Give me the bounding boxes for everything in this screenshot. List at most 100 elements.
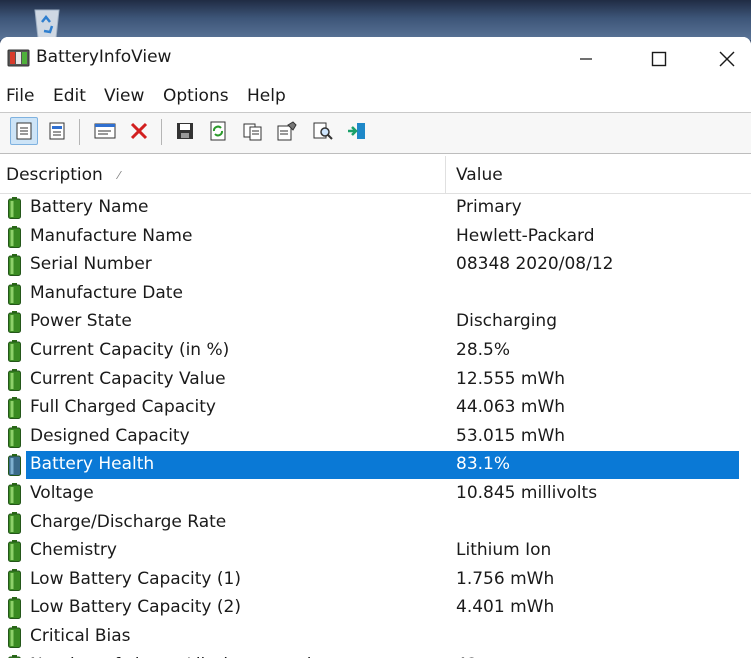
maximize-icon — [651, 51, 667, 67]
row-description: Critical Bias — [30, 626, 131, 646]
window-title: BatteryInfoView — [36, 47, 172, 67]
menu-bar: File Edit View Options Help — [0, 84, 751, 110]
table-row[interactable]: Chemistry Lithium Ion — [0, 537, 751, 565]
exit-icon — [348, 123, 365, 139]
menu-options[interactable]: Options — [163, 86, 229, 106]
table-row[interactable]: Serial Number 08348 2020/08/12 — [0, 251, 751, 279]
battery-icon — [8, 197, 21, 219]
row-description: Voltage — [30, 483, 94, 503]
row-value: 12.555 mWh — [456, 368, 566, 389]
refresh-icon — [210, 121, 226, 141]
table-row[interactable]: Manufacture Name Hewlett-Packard — [0, 223, 751, 251]
delete-icon — [130, 122, 148, 140]
sort-ascending-icon: ⁄ — [118, 169, 120, 182]
table-row[interactable]: Low Battery Capacity (2) 4.401 mWh — [0, 594, 751, 622]
find-button[interactable] — [310, 118, 336, 144]
properties-button[interactable] — [92, 118, 118, 144]
table-row[interactable]: Power State Discharging — [0, 308, 751, 336]
toolbar-separator — [79, 119, 80, 145]
options-icon — [277, 121, 297, 141]
row-value: 42 — [456, 655, 478, 658]
row-description: Battery Health — [30, 454, 155, 475]
main-window: BatteryInfoView File Edit View Options H… — [0, 37, 751, 658]
battery-icon — [8, 282, 21, 305]
row-description: Chemistry — [30, 540, 117, 561]
row-value: Primary — [456, 197, 522, 217]
table-row[interactable]: Full Charged Capacity 44.063 mWh — [0, 394, 751, 422]
options-button[interactable] — [274, 118, 300, 144]
menu-file[interactable]: File — [6, 86, 34, 106]
row-description: Current Capacity Value — [30, 368, 226, 389]
battery-icon — [8, 654, 21, 658]
battery-icon — [8, 340, 21, 362]
battery-icon — [8, 511, 21, 534]
save-button[interactable] — [172, 118, 198, 144]
menu-edit[interactable]: Edit — [53, 86, 86, 106]
refresh-button[interactable] — [205, 118, 231, 144]
table-row[interactable]: Voltage 10.845 millivolts — [0, 480, 751, 508]
row-value: 1.756 mWh — [456, 568, 555, 589]
menu-view[interactable]: View — [104, 86, 144, 106]
column-header-value[interactable]: Value — [456, 165, 503, 185]
battery-icon — [8, 626, 21, 648]
row-description: Manufacture Name — [30, 225, 193, 246]
html-report-button[interactable] — [10, 117, 38, 145]
close-button[interactable] — [697, 37, 751, 81]
delete-button[interactable] — [126, 118, 152, 144]
table-row[interactable]: Charge/Discharge Rate — [0, 509, 751, 537]
row-value: 44.063 mWh — [456, 397, 566, 418]
row-description: Battery Name — [30, 197, 149, 217]
row-description: Low Battery Capacity (2) — [30, 597, 241, 618]
toolbar-separator — [161, 119, 162, 145]
row-value: 83.1% — [456, 454, 511, 475]
minimize-icon — [580, 58, 592, 60]
row-value: 08348 2020/08/12 — [456, 254, 614, 275]
battery-icon — [8, 311, 21, 334]
maximize-button[interactable] — [624, 37, 694, 81]
html-report-selected-icon — [49, 122, 65, 140]
table-row[interactable]: Critical Bias — [0, 623, 751, 651]
table-row[interactable]: Current Capacity (in %) 28.5% — [0, 337, 751, 365]
find-icon — [313, 122, 333, 140]
table-row[interactable]: Number of charge/discharge cycles 42 — [0, 652, 751, 658]
row-value: 28.5% — [456, 340, 511, 360]
recycle-bin-icon[interactable] — [26, 4, 68, 39]
row-description: Number of charge/discharge cycles — [30, 655, 331, 658]
html-report-icon — [16, 122, 32, 140]
table-row[interactable]: Low Battery Capacity (1) 1.756 mWh — [0, 566, 751, 594]
html-report-selected-button[interactable] — [44, 118, 70, 144]
battery-icon — [8, 254, 21, 277]
close-icon — [719, 51, 735, 67]
table-row[interactable]: Battery Name Primary — [0, 194, 751, 222]
title-bar[interactable]: BatteryInfoView — [0, 37, 751, 81]
table-row[interactable]: Designed Capacity 53.015 mWh — [0, 423, 751, 451]
row-value: Lithium Ion — [456, 540, 552, 561]
battery-icon — [8, 483, 21, 505]
row-value: 53.015 mWh — [456, 425, 566, 446]
table-row[interactable]: Current Capacity Value 12.555 mWh — [0, 366, 751, 394]
copy-icon — [243, 123, 262, 141]
battery-icon — [8, 540, 21, 563]
column-divider[interactable] — [445, 156, 446, 193]
row-description: Serial Number — [30, 254, 152, 275]
column-header-description[interactable]: Description — [6, 165, 103, 185]
battery-icon — [8, 425, 21, 448]
minimize-button[interactable] — [551, 37, 621, 81]
row-description: Charge/Discharge Rate — [30, 511, 227, 532]
save-icon — [177, 123, 193, 139]
row-description: Power State — [30, 311, 132, 332]
battery-icon — [8, 454, 21, 477]
row-value: 10.845 millivolts — [456, 483, 598, 503]
toolbar — [0, 112, 751, 154]
table-row[interactable]: Manufacture Date — [0, 280, 751, 308]
copy-button[interactable] — [240, 118, 266, 144]
row-description: Manufacture Date — [30, 282, 183, 303]
battery-icon — [8, 568, 21, 591]
row-value: Discharging — [456, 311, 557, 332]
battery-icon — [8, 368, 21, 391]
exit-button[interactable] — [344, 118, 370, 144]
row-value: Hewlett-Packard — [456, 225, 595, 246]
battery-info-list: Battery Name Primary Manufacture Name Hewle… — [0, 194, 751, 658]
table-row[interactable]: Battery Health 83.1% — [0, 451, 751, 480]
menu-help[interactable]: Help — [247, 86, 286, 106]
